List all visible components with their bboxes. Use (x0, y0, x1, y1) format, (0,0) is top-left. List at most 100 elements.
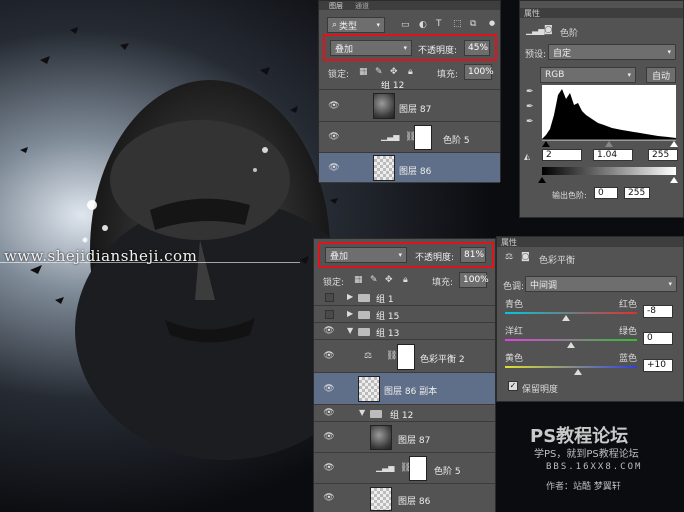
slider-track-cyan-red[interactable] (505, 312, 637, 314)
slider-knob-cyan-red[interactable] (561, 315, 570, 321)
slider-knob-magenta-green[interactable] (567, 342, 575, 348)
tab-layers[interactable]: 图层 (329, 1, 343, 11)
output-white-field[interactable]: 255 (624, 187, 650, 199)
slider-track-magenta-green[interactable] (505, 339, 637, 341)
channel-dropdown[interactable]: RGB ▾ (540, 67, 636, 83)
layer-row-layer-86-copy[interactable]: 👁︎ 图层 86 副本 (314, 373, 495, 405)
fill-input[interactable]: 100% (459, 272, 489, 288)
input-black-slider[interactable] (542, 141, 550, 147)
visibility-eye-icon[interactable]: 👁︎ (325, 153, 343, 182)
filter-type-dropdown[interactable]: ⌕ 类型 ▾ (327, 17, 385, 33)
properties-header-label: 属性 (524, 9, 540, 18)
input-black-field[interactable]: 2 (542, 149, 582, 161)
slider-value-field-yellow-blue[interactable]: +10 (643, 359, 673, 372)
layer-row-layer-87[interactable]: 👁︎ 图层 87 (314, 422, 495, 453)
lock-position-icon[interactable]: ✥ (385, 275, 393, 285)
chevron-right-icon[interactable]: ▶ (347, 309, 353, 318)
fill-input[interactable]: 100% (464, 64, 494, 80)
layers-panel-top: 图层 通道 ⌕ 类型 ▾ ▭ ◐ T ⬚ ⧉ ● 叠加 ▾ 不透明度: 45% … (318, 0, 501, 183)
chevron-down-icon[interactable]: ▼ (359, 408, 365, 417)
slider-value-field-cyan-red[interactable]: -8 (643, 305, 673, 318)
layer-name: 组 12 (390, 411, 414, 421)
lock-transparent-icon[interactable]: ▦ (359, 67, 368, 77)
layer-row-levels-5[interactable]: 👁︎ ▁▃▅ ⛓︎ 色阶 5 (314, 453, 495, 484)
opacity-highlight-box (323, 34, 497, 61)
slider-left-label: 青色 (505, 300, 524, 310)
layer-row-group-1[interactable]: ▶ 组 1 (314, 289, 495, 306)
tone-label: 色调: (503, 282, 525, 292)
layer-row-group-12[interactable]: 👁︎ ▼ 组 12 (314, 405, 495, 422)
visibility-eye-icon[interactable]: 👁︎ (325, 90, 343, 121)
visibility-eye-icon[interactable]: 👁︎ (320, 422, 338, 452)
visibility-eye-icon[interactable]: 👁︎ (320, 373, 338, 404)
mask-icon[interactable]: ◙ (544, 25, 553, 35)
visibility-eye-icon[interactable]: 👁︎ (320, 405, 338, 421)
layer-thumbnail (370, 425, 392, 450)
lock-label: 锁定: (323, 278, 345, 288)
auto-button[interactable]: 自动 (646, 67, 676, 83)
tone-dropdown[interactable]: 中间调 ▾ (525, 276, 677, 292)
output-black-field[interactable]: 0 (594, 187, 618, 199)
filter-adjustment-icon[interactable]: ◐ (419, 20, 427, 30)
input-gamma-slider[interactable] (605, 141, 613, 147)
tone-value: 中间调 (530, 280, 558, 291)
visibility-off-box[interactable] (325, 293, 334, 302)
lock-all-icon[interactable]: 🔒︎ (408, 67, 413, 77)
layer-row-group-15[interactable]: ▶ 组 15 (314, 306, 495, 323)
layer-row-levels-5[interactable]: 👁︎ ▁▃▅ ⛓︎ 色阶 5 (319, 122, 500, 153)
slider-right-label: 红色 (619, 300, 638, 310)
output-white-slider[interactable] (670, 177, 678, 183)
search-icon: ⌕ (332, 20, 338, 30)
filter-text-icon[interactable]: T (436, 19, 442, 29)
layers-list: 组 12 👁︎ 图层 87 👁︎ ▁▃▅ ⛓︎ 色阶 5 👁︎ 图层 86 (319, 81, 500, 183)
visibility-eye-icon[interactable]: 👁︎ (320, 484, 338, 512)
preserve-luminosity-checkbox[interactable]: ✓ (508, 381, 518, 391)
chevron-down-icon: ▾ (667, 48, 671, 56)
visibility-eye-icon[interactable]: 👁︎ (320, 453, 338, 483)
lock-image-icon[interactable]: ✎ (370, 275, 378, 285)
slider-knob-yellow-blue[interactable] (573, 369, 582, 375)
layer-row-group-12[interactable]: 组 12 (319, 81, 500, 90)
lock-transparent-icon[interactable]: ▦ (354, 275, 363, 285)
input-white-field[interactable]: 255 (648, 149, 678, 161)
eyedropper-black-icon[interactable]: ✒︎ (526, 87, 534, 97)
eyedropper-gray-icon[interactable]: ✒︎ (526, 102, 534, 112)
chevron-right-icon[interactable]: ▶ (347, 292, 353, 301)
layers-panel-bottom: 叠加 ▾ 不透明度: 81% 锁定: ▦ ✎ ✥ 🔒︎ 填充: 100% ▶ 组… (313, 238, 496, 512)
levels-adjustment-icon: ▁▃▅ (381, 132, 400, 141)
layer-row-layer-86[interactable]: 👁︎ 图层 86 (314, 484, 495, 512)
slider-value-field-magenta-green[interactable]: 0 (643, 332, 673, 345)
input-gamma-field[interactable]: 1.04 (593, 149, 633, 161)
input-white-slider[interactable] (670, 141, 678, 147)
layer-name: 图层 86 (399, 167, 432, 177)
slider-track-yellow-blue[interactable] (505, 366, 637, 368)
filter-pixel-icon[interactable]: ▭ (401, 20, 410, 30)
filter-toggle-icon[interactable]: ● (489, 19, 495, 27)
layer-row-layer-87[interactable]: 👁︎ 图层 87 (319, 90, 500, 122)
layer-row-group-13[interactable]: 👁︎ ▼ 组 13 (314, 323, 495, 340)
output-black-slider[interactable] (538, 177, 546, 183)
lock-image-icon[interactable]: ✎ (375, 67, 383, 77)
tab-channels[interactable]: 通道 (355, 1, 369, 11)
levels-title: 色阶 (560, 29, 579, 39)
lock-all-icon[interactable]: 🔒︎ (403, 275, 408, 285)
mask-icon[interactable]: ◙ (521, 252, 530, 262)
layer-thumbnail (370, 487, 392, 511)
visibility-eye-icon[interactable]: 👁︎ (325, 122, 343, 152)
lock-position-icon[interactable]: ✥ (390, 67, 398, 77)
panel-tabs: 图层 通道 (319, 1, 500, 10)
filter-smart-icon[interactable]: ⧉ (470, 19, 476, 29)
layer-thumbnail (373, 93, 395, 119)
visibility-off-box[interactable] (325, 310, 334, 319)
eyedropper-white-icon[interactable]: ✒︎ (526, 117, 534, 127)
visibility-eye-icon[interactable]: 👁︎ (320, 340, 338, 372)
mask-link-icon[interactable]: ⛓︎ (386, 351, 397, 361)
folder-icon (370, 410, 382, 418)
preset-dropdown[interactable]: 自定 ▾ (548, 44, 676, 60)
visibility-eye-icon[interactable]: 👁︎ (320, 323, 338, 339)
filter-shape-icon[interactable]: ⬚ (453, 19, 462, 29)
layer-row-layer-86[interactable]: 👁︎ 图层 86 (319, 153, 500, 183)
chevron-down-icon[interactable]: ▼ (347, 326, 353, 335)
layer-row-color-balance-2[interactable]: 👁︎ ⚖︎ ⛓︎ 色彩平衡 2 (314, 340, 495, 373)
layer-name: 组 1 (376, 295, 394, 305)
